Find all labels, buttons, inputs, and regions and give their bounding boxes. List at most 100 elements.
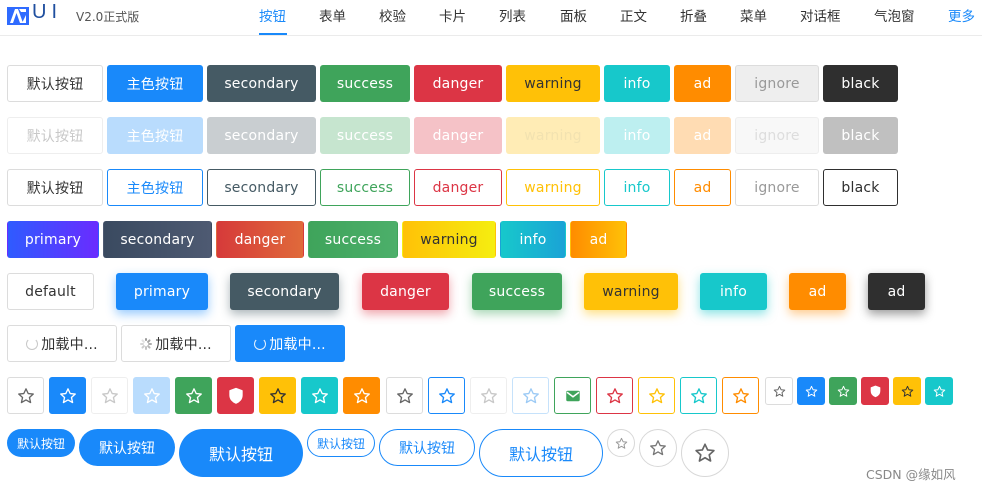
- secondary-gradient-button[interactable]: secondary: [103, 221, 212, 258]
- star-icon-button[interactable]: [301, 377, 338, 414]
- success-button-disabled: success: [320, 117, 410, 154]
- star-icon: [353, 387, 370, 403]
- round-outline-button-small[interactable]: 默认按钮: [307, 429, 375, 457]
- danger-shadow-button[interactable]: danger: [362, 273, 449, 310]
- ignore-button[interactable]: ignore: [735, 65, 819, 102]
- mail-icon: [565, 390, 580, 401]
- primary-outline-button[interactable]: 主色按钮: [107, 169, 203, 206]
- mail-icon-button[interactable]: [554, 377, 591, 414]
- star-icon: [690, 387, 707, 403]
- secondary-shadow-button[interactable]: secondary: [230, 273, 339, 310]
- version-label: V2.0正式版: [76, 10, 140, 24]
- round-outline-button-medium[interactable]: 默认按钮: [379, 429, 475, 466]
- shield-icon-button[interactable]: [861, 377, 889, 405]
- nav-item-text[interactable]: 正文: [620, 5, 647, 25]
- warning-gradient-button[interactable]: warning: [402, 221, 496, 258]
- info-button[interactable]: info: [604, 65, 670, 102]
- black-outline-button[interactable]: black: [823, 169, 898, 206]
- secondary-button[interactable]: secondary: [207, 65, 316, 102]
- info-gradient-button[interactable]: info: [500, 221, 566, 258]
- star-icon-button[interactable]: [893, 377, 921, 405]
- ad-outline-button[interactable]: ad: [674, 169, 731, 206]
- primary-gradient-button[interactable]: primary: [7, 221, 99, 258]
- loading-button-dots[interactable]: 加载中...: [121, 325, 231, 362]
- danger-button[interactable]: danger: [414, 65, 502, 102]
- star-icon-button[interactable]: [428, 377, 465, 414]
- star-icon-button[interactable]: [638, 377, 675, 414]
- success-gradient-button[interactable]: success: [308, 221, 398, 258]
- loading-button-primary[interactable]: 加载中...: [235, 325, 345, 362]
- round-button-medium[interactable]: 默认按钮: [79, 429, 175, 466]
- warning-outline-button[interactable]: warning: [506, 169, 600, 206]
- nav-item-dialog[interactable]: 对话框: [800, 5, 841, 25]
- spinner-icon: [254, 337, 267, 350]
- shield-icon: [228, 387, 243, 404]
- warning-button-disabled: warning: [506, 117, 600, 154]
- nav-item-list[interactable]: 列表: [499, 5, 526, 25]
- nav-item-panel[interactable]: 面板: [560, 5, 587, 25]
- star-icon-button[interactable]: [765, 377, 793, 405]
- secondary-outline-button[interactable]: secondary: [207, 169, 316, 206]
- black-shadow-button[interactable]: ad: [868, 273, 925, 310]
- star-icon-button[interactable]: [386, 377, 423, 414]
- nav-item-more[interactable]: 更多: [948, 5, 975, 25]
- shield-icon-button[interactable]: [217, 377, 254, 414]
- ignore-button-disabled: ignore: [735, 117, 819, 154]
- nav-item-collapse[interactable]: 折叠: [680, 5, 707, 25]
- danger-outline-button[interactable]: danger: [414, 169, 502, 206]
- star-icon: [695, 443, 715, 462]
- star-icon-button[interactable]: [259, 377, 296, 414]
- black-button[interactable]: black: [823, 65, 898, 102]
- default-button[interactable]: 默认按钮: [7, 65, 103, 102]
- primary-button-disabled: 主色按钮: [107, 117, 203, 154]
- primary-shadow-button[interactable]: primary: [116, 273, 208, 310]
- ad-shadow-button[interactable]: ad: [789, 273, 846, 310]
- star-icon-button[interactable]: [925, 377, 953, 405]
- star-icon: [59, 387, 76, 403]
- star-icon-button[interactable]: [512, 377, 549, 414]
- ad-gradient-button[interactable]: ad: [570, 221, 627, 258]
- star-icon-button[interactable]: [797, 377, 825, 405]
- default-button-disabled: 默认按钮: [7, 117, 103, 154]
- primary-button[interactable]: 主色按钮: [107, 65, 203, 102]
- round-outline-button-large[interactable]: 默认按钮: [479, 429, 603, 477]
- danger-gradient-button[interactable]: danger: [216, 221, 304, 258]
- star-icon-button[interactable]: [175, 377, 212, 414]
- star-icon: [17, 387, 34, 403]
- ad-button-disabled: ad: [674, 117, 731, 154]
- star-icon-button[interactable]: [49, 377, 86, 414]
- info-shadow-button[interactable]: info: [700, 273, 767, 310]
- circle-star-button-small[interactable]: [607, 429, 635, 457]
- circle-star-button-large[interactable]: [681, 429, 729, 477]
- star-icon-button[interactable]: [7, 377, 44, 414]
- loading-label: 加载中...: [41, 336, 98, 353]
- star-icon: [615, 437, 627, 449]
- star-icon-button[interactable]: [343, 377, 380, 414]
- nav-item-validate[interactable]: 校验: [379, 5, 406, 25]
- star-icon-button[interactable]: [829, 377, 857, 405]
- warning-shadow-button[interactable]: warning: [584, 273, 678, 310]
- nav-item-menu[interactable]: 菜单: [740, 5, 767, 25]
- default-shadow-button[interactable]: default: [7, 273, 94, 310]
- default-outline-button[interactable]: 默认按钮: [7, 169, 103, 206]
- ignore-outline-button[interactable]: ignore: [735, 169, 819, 206]
- star-icon-button[interactable]: [596, 377, 633, 414]
- loading-button-default[interactable]: 加载中...: [7, 325, 117, 362]
- success-outline-button[interactable]: success: [320, 169, 410, 206]
- info-outline-button[interactable]: info: [604, 169, 670, 206]
- ad-button[interactable]: ad: [674, 65, 731, 102]
- warning-button[interactable]: warning: [506, 65, 600, 102]
- star-icon: [933, 385, 945, 397]
- nav-item-card[interactable]: 卡片: [439, 5, 466, 25]
- nav-item-button[interactable]: 按钮: [259, 5, 286, 25]
- nav-item-form[interactable]: 表单: [319, 5, 346, 25]
- round-button-small[interactable]: 默认按钮: [7, 429, 75, 457]
- star-icon: [143, 387, 160, 403]
- nav-item-popover[interactable]: 气泡窗: [874, 5, 915, 25]
- success-button[interactable]: success: [320, 65, 410, 102]
- star-icon-button[interactable]: [722, 377, 759, 414]
- success-shadow-button[interactable]: success: [472, 273, 562, 310]
- round-button-large[interactable]: 默认按钮: [179, 429, 303, 477]
- circle-star-button-medium[interactable]: [639, 429, 677, 467]
- star-icon-button[interactable]: [680, 377, 717, 414]
